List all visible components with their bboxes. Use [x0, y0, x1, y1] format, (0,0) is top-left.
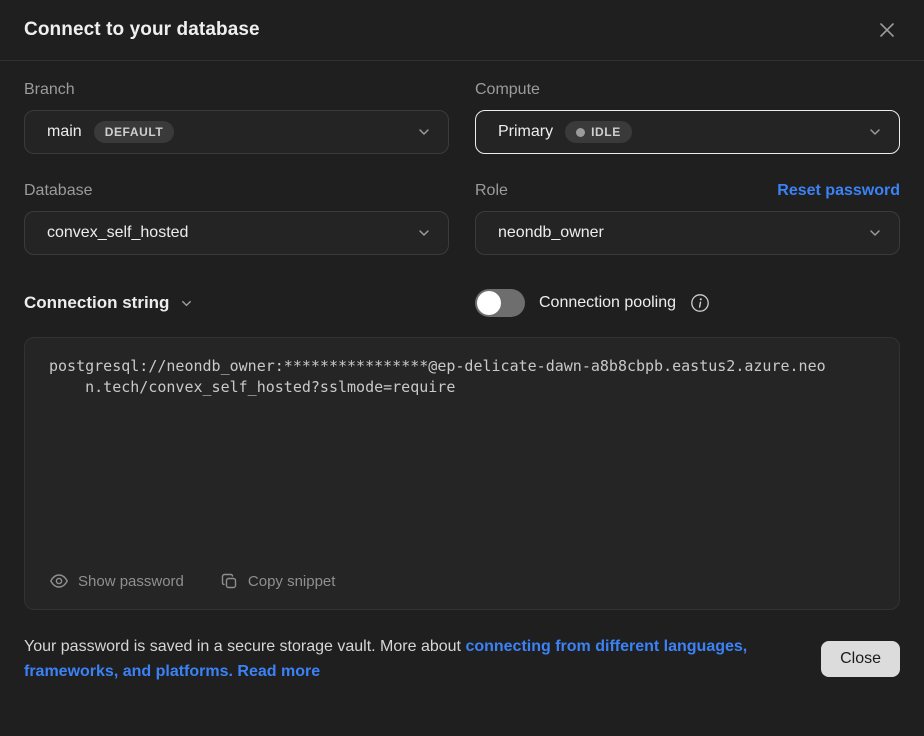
connection-string-label: Connection string — [24, 293, 169, 313]
close-icon — [876, 19, 898, 41]
compute-field: Compute Primary IDLE — [475, 81, 900, 154]
connection-string-value: postgresql://neondb_owner:**************… — [49, 356, 835, 398]
database-value: convex_self_hosted — [47, 224, 188, 242]
branch-field: Branch main DEFAULT — [24, 81, 449, 154]
dialog-body: Branch main DEFAULT Compute Primary — [0, 61, 924, 736]
branch-value: main — [47, 123, 82, 141]
copy-snippet-label: Copy snippet — [248, 573, 336, 590]
show-password-button[interactable]: Show password — [49, 567, 184, 595]
chevron-down-icon — [179, 296, 194, 311]
connection-pooling-row: Connection pooling — [475, 289, 900, 317]
eye-icon — [49, 571, 69, 591]
dialog-title: Connect to your database — [24, 19, 260, 41]
info-circle-icon[interactable] — [690, 293, 710, 313]
database-field: Database convex_self_hosted — [24, 182, 449, 255]
database-select[interactable]: convex_self_hosted — [24, 211, 449, 255]
dialog-header: Connect to your database — [0, 0, 924, 61]
connection-string-collapser[interactable]: Connection string — [24, 293, 449, 313]
branch-select[interactable]: main DEFAULT — [24, 110, 449, 154]
password-vault-note: Your password is saved in a secure stora… — [24, 634, 764, 684]
compute-select[interactable]: Primary IDLE — [475, 110, 900, 154]
connection-pooling-toggle[interactable] — [475, 289, 525, 317]
toggle-knob — [477, 291, 501, 315]
branch-default-badge: DEFAULT — [94, 121, 175, 143]
compute-idle-badge-label: IDLE — [591, 125, 621, 139]
close-button[interactable]: Close — [821, 641, 900, 677]
compute-value: Primary — [498, 123, 553, 141]
role-field: Role Reset password neondb_owner — [475, 182, 900, 255]
chevron-down-icon — [867, 225, 883, 241]
chevron-down-icon — [416, 124, 432, 140]
role-label: Role — [475, 182, 508, 200]
copy-icon — [220, 572, 239, 591]
reset-password-link[interactable]: Reset password — [777, 182, 900, 200]
selectors-grid: Branch main DEFAULT Compute Primary — [24, 81, 900, 283]
compute-idle-badge: IDLE — [565, 121, 632, 143]
connection-pooling-label: Connection pooling — [539, 294, 676, 312]
copy-snippet-button[interactable]: Copy snippet — [220, 568, 336, 595]
dialog-footer: Your password is saved in a secure stora… — [24, 634, 900, 684]
show-password-label: Show password — [78, 573, 184, 590]
connect-database-dialog: Connect to your database Branch main DEF… — [0, 0, 924, 736]
role-value: neondb_owner — [498, 224, 604, 242]
connection-options-row: Connection string Connection pooling — [24, 289, 900, 317]
role-select[interactable]: neondb_owner — [475, 211, 900, 255]
database-label: Database — [24, 182, 93, 200]
status-dot — [576, 128, 585, 137]
vault-note-text: Your password is saved in a secure stora… — [24, 638, 461, 655]
branch-label: Branch — [24, 81, 75, 99]
close-dialog-button[interactable] — [874, 17, 900, 43]
chevron-down-icon — [867, 124, 883, 140]
code-actions: Show password Copy snippet — [49, 567, 875, 595]
read-more-link[interactable]: Read more — [237, 663, 320, 680]
chevron-down-icon — [416, 225, 432, 241]
connection-string-panel: postgresql://neondb_owner:**************… — [24, 337, 900, 610]
compute-label: Compute — [475, 81, 540, 99]
